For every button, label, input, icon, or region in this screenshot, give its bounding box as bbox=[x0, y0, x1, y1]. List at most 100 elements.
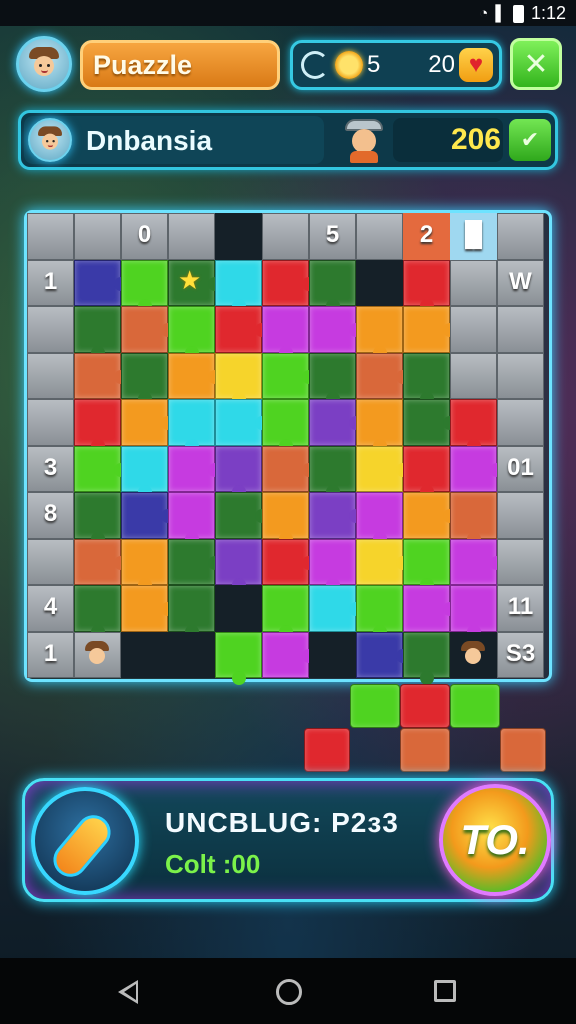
puzzle-piece[interactable] bbox=[262, 585, 309, 639]
score-value: 206 bbox=[393, 118, 503, 162]
refresh-icon[interactable] bbox=[301, 51, 329, 79]
close-button[interactable]: ✕ bbox=[510, 38, 562, 90]
clock: 1:12 bbox=[530, 3, 566, 23]
puzzle-piece[interactable] bbox=[403, 306, 457, 353]
puzzle-piece[interactable] bbox=[309, 259, 356, 313]
puzzle-piece[interactable] bbox=[168, 306, 215, 360]
puzzle-piece[interactable] bbox=[215, 538, 262, 592]
puzzle-piece[interactable] bbox=[74, 259, 128, 306]
puzzle-piece[interactable] bbox=[215, 631, 262, 685]
puzzle-piece[interactable] bbox=[356, 445, 410, 492]
top-clue: ▐▌ bbox=[456, 221, 491, 248]
puzzle-piece[interactable] bbox=[121, 492, 175, 539]
puzzle-piece[interactable] bbox=[168, 352, 222, 399]
puzzle-piece[interactable] bbox=[262, 399, 309, 453]
puzzle-piece[interactable] bbox=[309, 585, 363, 632]
puzzle-piece[interactable] bbox=[168, 399, 215, 453]
puzzle-piece[interactable] bbox=[74, 492, 121, 546]
powerup-button[interactable] bbox=[31, 787, 139, 895]
puzzle-piece[interactable] bbox=[74, 306, 121, 360]
loose-puzzle-piece[interactable] bbox=[350, 684, 400, 728]
empty-slot bbox=[121, 631, 168, 678]
puzzle-piece[interactable] bbox=[215, 306, 269, 353]
puzzle-piece[interactable] bbox=[262, 445, 316, 492]
puzzle-piece[interactable] bbox=[356, 585, 403, 639]
puzzle-piece[interactable] bbox=[309, 306, 363, 353]
go-button[interactable]: TO. bbox=[439, 784, 551, 896]
puzzle-piece[interactable] bbox=[403, 399, 457, 446]
board-frame-cell bbox=[497, 352, 544, 399]
puzzle-piece[interactable] bbox=[309, 445, 356, 499]
puzzle-piece[interactable] bbox=[403, 492, 457, 539]
puzzle-piece[interactable] bbox=[403, 352, 450, 406]
puzzle-piece[interactable] bbox=[168, 445, 222, 492]
puzzle-piece[interactable] bbox=[403, 259, 450, 313]
puzzle-piece[interactable] bbox=[356, 492, 403, 546]
right-clue: W bbox=[509, 267, 532, 295]
loose-puzzle-piece[interactable] bbox=[400, 684, 450, 728]
puzzle-piece[interactable] bbox=[450, 585, 497, 639]
loose-puzzle-piece[interactable] bbox=[304, 728, 350, 772]
heart-icon: ♥ bbox=[459, 48, 493, 82]
puzzle-piece[interactable] bbox=[168, 492, 215, 546]
puzzle-piece[interactable] bbox=[74, 352, 128, 399]
puzzle-piece[interactable] bbox=[450, 538, 504, 585]
puzzle-piece[interactable] bbox=[262, 306, 309, 360]
left-clue: 8 bbox=[43, 500, 58, 527]
puzzle-piece[interactable] bbox=[215, 399, 269, 446]
puzzle-piece[interactable] bbox=[356, 306, 403, 360]
puzzle-piece[interactable] bbox=[403, 585, 457, 632]
puzzle-piece[interactable] bbox=[215, 259, 262, 313]
puzzle-piece[interactable] bbox=[403, 631, 450, 685]
loose-puzzle-piece[interactable] bbox=[450, 684, 500, 728]
puzzle-piece[interactable] bbox=[215, 352, 262, 406]
puzzle-piece[interactable] bbox=[121, 445, 168, 499]
puzzle-piece[interactable] bbox=[121, 538, 168, 592]
puzzle-piece[interactable] bbox=[74, 538, 128, 585]
explorer-face-icon bbox=[458, 640, 488, 670]
puzzle-piece[interactable] bbox=[356, 352, 410, 399]
puzzle-piece[interactable] bbox=[356, 538, 410, 585]
board-frame-cell bbox=[27, 213, 74, 260]
battery-icon bbox=[512, 4, 524, 23]
puzzle-piece[interactable] bbox=[121, 399, 175, 446]
puzzle-piece[interactable] bbox=[403, 538, 450, 592]
puzzle-piece[interactable] bbox=[262, 352, 316, 399]
puzzle-piece[interactable] bbox=[262, 259, 316, 306]
puzzle-piece[interactable] bbox=[168, 585, 215, 639]
puzzle-piece[interactable] bbox=[121, 306, 175, 353]
puzzle-piece[interactable] bbox=[215, 492, 269, 539]
board-frame-cell bbox=[450, 352, 497, 399]
puzzle-piece[interactable] bbox=[450, 492, 497, 546]
puzzle-piece[interactable] bbox=[262, 538, 316, 585]
puzzle-piece[interactable] bbox=[309, 538, 356, 592]
puzzle-piece[interactable] bbox=[215, 445, 262, 499]
puzzle-piece[interactable] bbox=[74, 445, 128, 492]
puzzle-piece[interactable] bbox=[309, 399, 363, 446]
game-title: Puazzle bbox=[80, 40, 280, 90]
home-icon[interactable] bbox=[276, 979, 302, 1005]
profile-avatar-button[interactable] bbox=[16, 36, 72, 92]
loose-puzzle-piece[interactable] bbox=[500, 728, 546, 772]
puzzle-piece[interactable] bbox=[74, 399, 121, 453]
puzzle-piece[interactable] bbox=[450, 445, 504, 492]
puzzle-piece[interactable] bbox=[74, 585, 121, 639]
puzzle-piece[interactable] bbox=[450, 399, 497, 453]
puzzle-piece[interactable] bbox=[121, 352, 168, 406]
puzzle-piece[interactable] bbox=[262, 492, 309, 546]
status-bar: ◔ ▌ 1:12 bbox=[0, 0, 576, 26]
recent-apps-icon[interactable] bbox=[434, 980, 456, 1002]
avatar-face-icon bbox=[27, 47, 61, 81]
puzzle-piece[interactable] bbox=[403, 445, 450, 499]
puzzle-piece[interactable] bbox=[309, 492, 363, 539]
puzzle-piece[interactable] bbox=[356, 399, 403, 453]
confirm-button[interactable]: ✔ bbox=[509, 119, 551, 161]
puzzle-piece[interactable] bbox=[121, 259, 168, 313]
puzzle-piece[interactable] bbox=[356, 631, 410, 678]
puzzle-piece[interactable] bbox=[262, 631, 316, 678]
puzzle-piece[interactable] bbox=[121, 585, 175, 632]
loose-puzzle-piece[interactable] bbox=[400, 728, 450, 772]
puzzle-piece[interactable] bbox=[309, 352, 356, 406]
puzzle-piece[interactable] bbox=[168, 538, 222, 585]
player-name: Dnbansia bbox=[86, 125, 213, 156]
